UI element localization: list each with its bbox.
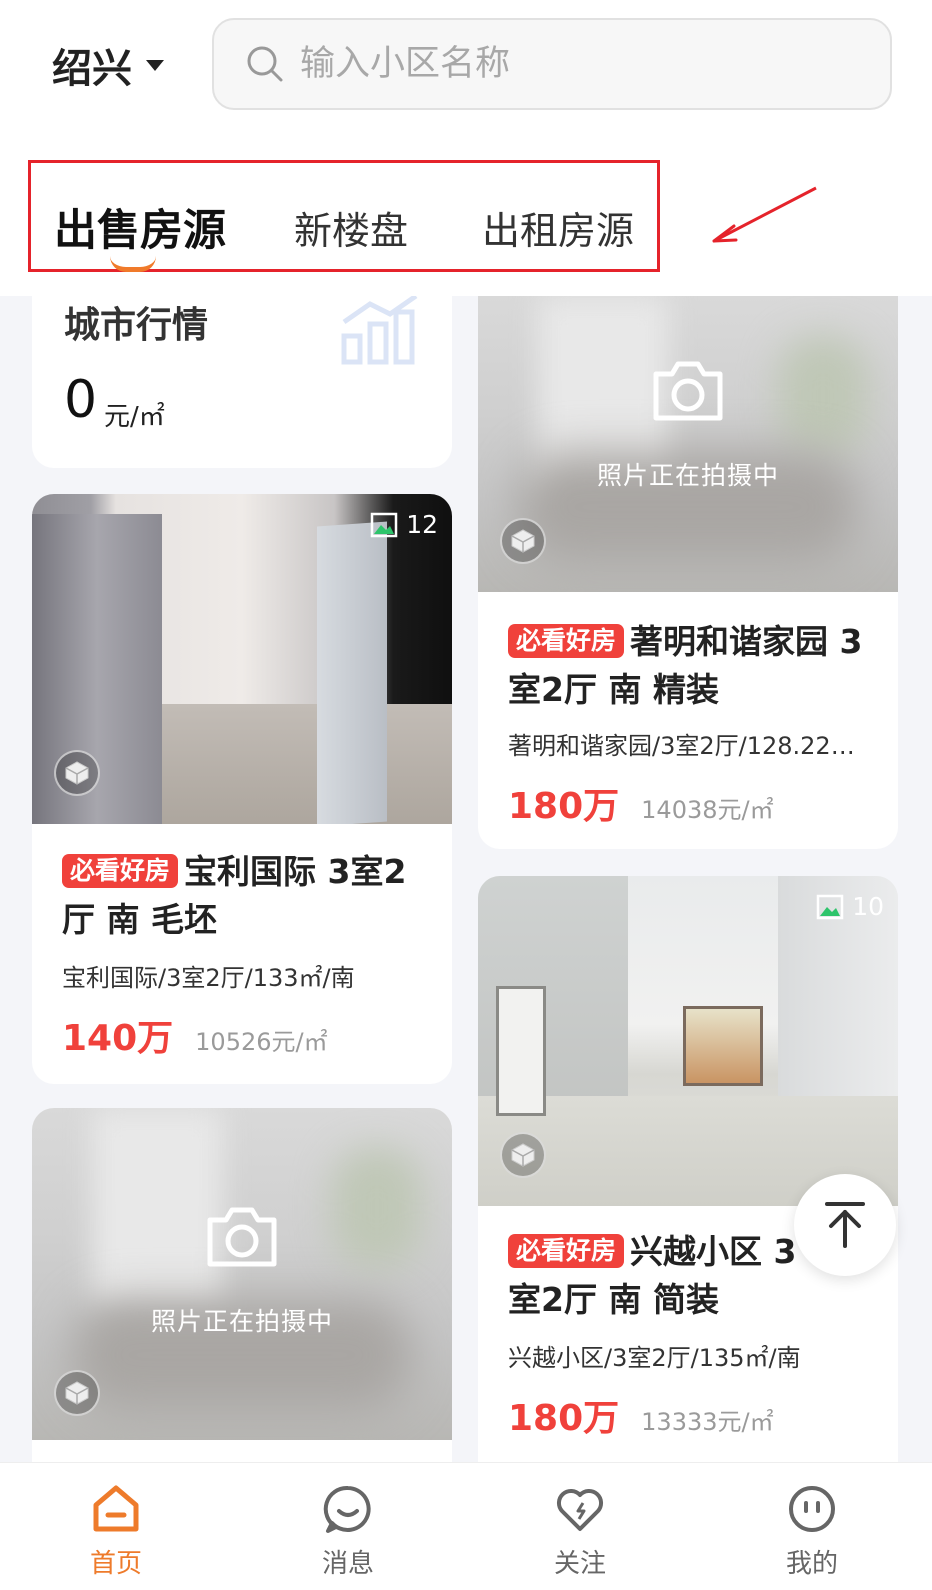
market-value: 0	[64, 370, 98, 430]
nav-favorites-label: 关注	[553, 1549, 606, 1579]
photo-count: 12	[370, 510, 438, 539]
listing-card[interactable]: 照片正在拍摄中	[32, 1108, 452, 1462]
listing-price: 180万	[508, 1398, 620, 1439]
caret-down-icon	[146, 59, 164, 71]
photo-pending-text: 照片正在拍摄中	[150, 1307, 333, 1336]
listing-card[interactable]: 10 必看好房 兴越小区 3室2厅 南 简装 兴越小区/3室2厅/135㎡/南 1…	[478, 876, 898, 1462]
listing-desc: 宝利国际/3室2厅/133㎡/南	[62, 964, 355, 992]
tab-for-sale[interactable]: 出售房源	[54, 196, 226, 258]
listing-title: 必看好房 著明和谐家园 3室2厅 南 精装	[508, 622, 863, 709]
photo-pending-text: 照片正在拍摄中	[596, 461, 779, 490]
listing-unit-price: 10526元/㎡	[195, 1028, 328, 1056]
annotation-arrow-icon	[712, 186, 817, 243]
recommend-badge: 必看好房	[62, 854, 179, 888]
heart-icon	[556, 1488, 604, 1531]
listing-photo: 10	[478, 876, 898, 1206]
search-icon	[247, 46, 283, 82]
nav-messages[interactable]: 消息	[288, 1483, 408, 1580]
listing-title: 必看好房 宝利国际 3室2厅 南 毛坯	[62, 852, 407, 939]
tab-for-rent[interactable]: 出租房源	[482, 200, 634, 255]
price-row: 180万 13333元/㎡	[508, 1389, 868, 1441]
search-input[interactable]	[300, 44, 860, 84]
listing-photo: 12	[32, 494, 452, 824]
bottom-nav: 首页 消息 关注 我的	[0, 1462, 932, 1590]
price-row: 180万 14038元/㎡	[508, 777, 868, 829]
listing-unit-price: 13333元/㎡	[641, 1408, 774, 1436]
nav-profile-label: 我的	[785, 1549, 838, 1579]
arrow-up-icon	[825, 1202, 865, 1248]
nav-home-label: 首页	[89, 1549, 142, 1579]
nav-messages-label: 消息	[321, 1549, 374, 1579]
back-to-top-button[interactable]	[794, 1174, 896, 1276]
photo-count: 10	[816, 892, 884, 921]
city-label: 绍兴	[52, 46, 132, 92]
listing-price: 140万	[62, 1018, 174, 1059]
message-icon	[323, 1485, 371, 1533]
listing-photo-placeholder: 照片正在拍摄中	[478, 296, 898, 592]
home-icon	[93, 1485, 139, 1532]
listing-photo-placeholder: 照片正在拍摄中	[32, 1108, 452, 1440]
recommend-badge: 必看好房	[508, 1234, 625, 1268]
camera-icon	[207, 1207, 277, 1267]
listing-card[interactable]: 照片正在拍摄中 必看好房 著明和谐家园 3室2厅 南 精装 著明和谐家园/3室2厅…	[478, 296, 898, 849]
market-unit: 元/㎡	[104, 402, 165, 432]
vr-view-icon[interactable]	[54, 1370, 100, 1416]
bar-chart-icon	[341, 296, 418, 365]
listing-desc: 兴越小区/3室2厅/135㎡/南	[508, 1344, 801, 1372]
image-icon	[370, 512, 398, 537]
nav-profile[interactable]: 我的	[752, 1483, 872, 1580]
nav-home[interactable]: 首页	[56, 1483, 176, 1580]
tab-new-homes[interactable]: 新楼盘	[294, 200, 408, 255]
vr-view-icon[interactable]	[500, 1132, 546, 1178]
camera-icon	[653, 361, 723, 421]
listing-card[interactable]: 12 必看好房 宝利国际 3室2厅 南 毛坯 宝利国际/3室2厅/133㎡/南 1…	[32, 494, 452, 1084]
listing-unit-price: 14038元/㎡	[641, 796, 774, 824]
top-header: 绍兴 出售房源 新楼盘 出租房源	[0, 0, 932, 296]
image-icon	[816, 894, 844, 919]
vr-view-icon[interactable]	[54, 750, 100, 796]
nav-favorites[interactable]: 关注	[520, 1483, 640, 1580]
search-bar[interactable]	[212, 18, 892, 110]
price-row: 140万 10526元/㎡	[62, 1009, 422, 1061]
profile-icon	[789, 1486, 835, 1532]
listing-desc: 著明和谐家园/3室2厅/128.22㎡/南	[508, 732, 868, 760]
market-title: 城市行情	[64, 305, 209, 346]
listing-price: 180万	[508, 786, 620, 827]
city-selector[interactable]: 绍兴	[52, 36, 164, 94]
city-market-card[interactable]: 城市行情 0 元/㎡	[32, 296, 452, 468]
recommend-badge: 必看好房	[508, 624, 625, 658]
vr-view-icon[interactable]	[500, 518, 546, 564]
